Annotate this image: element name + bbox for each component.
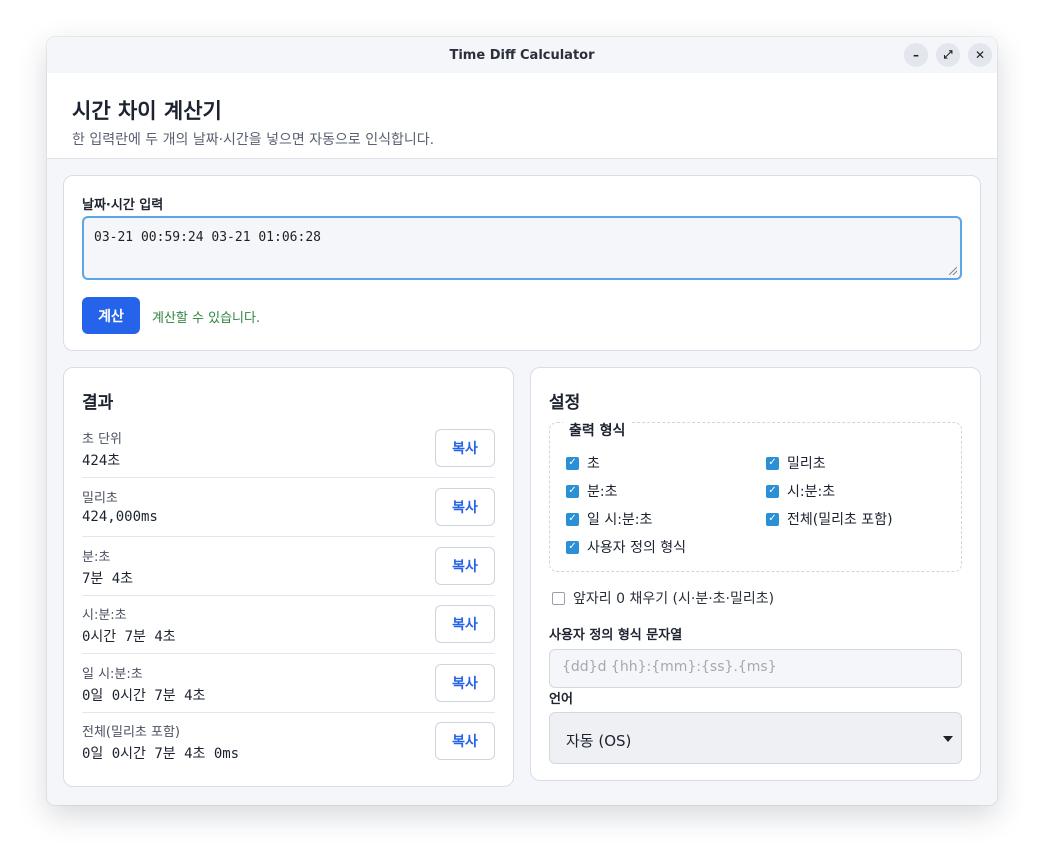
- result-label: 분:초: [82, 550, 111, 565]
- minimize-button[interactable]: –: [904, 43, 928, 67]
- checkbox-label: 전체(밀리초 포함): [787, 512, 893, 528]
- format-checkbox-min-sec[interactable]: ✓ 분:초: [566, 481, 617, 501]
- checkbox-checked-icon: ✓: [566, 484, 579, 498]
- copy-button[interactable]: 복사: [435, 488, 495, 526]
- datetime-input-value: 03-21 00:59:24 03-21 01:06:28: [94, 230, 321, 245]
- result-value: 424,000ms: [82, 509, 158, 525]
- format-checkbox-day-hour-min-sec[interactable]: ✓ 일 시:분:초: [566, 509, 652, 529]
- result-label: 전체(밀리초 포함): [82, 725, 180, 740]
- caret-down-icon: [943, 736, 953, 742]
- result-row-seconds: 초 단위 424초 복사: [82, 420, 495, 478]
- result-row-full: 전체(밀리초 포함) 0일 0시간 7분 4초 0ms 복사: [82, 713, 495, 771]
- language-selected-value: 자동 (OS): [566, 732, 632, 750]
- language-label: 언어: [549, 692, 573, 707]
- status-message: 계산할 수 있습니다.: [152, 311, 261, 326]
- checkbox-unchecked-icon: [552, 591, 565, 605]
- output-format-legend: 출력 형식: [563, 420, 632, 440]
- checkbox-label: 앞자리 0 채우기 (시·분·초·밀리초): [573, 591, 775, 607]
- copy-button[interactable]: 복사: [435, 664, 495, 702]
- checkbox-checked-icon: ✓: [566, 512, 579, 526]
- close-button[interactable]: ✕: [968, 43, 992, 67]
- zero-pad-checkbox[interactable]: 앞자리 0 채우기 (시·분·초·밀리초): [552, 588, 774, 608]
- result-row-hour-min-sec: 시:분:초 0시간 7분 4초 복사: [82, 596, 495, 654]
- checkbox-label: 일 시:분:초: [587, 512, 653, 528]
- format-checkbox-full[interactable]: ✓ 전체(밀리초 포함): [766, 509, 893, 529]
- checkbox-checked-icon: ✓: [766, 512, 779, 526]
- close-icon: ✕: [974, 48, 986, 62]
- maximize-button[interactable]: ⤢: [936, 43, 960, 67]
- page-header: 시간 차이 계산기 한 입력란에 두 개의 날짜·시간을 넣으면 자동으로 인식…: [47, 73, 997, 159]
- page-subtitle: 한 입력란에 두 개의 날짜·시간을 넣으면 자동으로 인식합니다.: [72, 132, 435, 148]
- datetime-input[interactable]: 03-21 00:59:24 03-21 01:06:28: [82, 216, 962, 280]
- settings-card: 설정 출력 형식 ✓ 초 ✓ 밀리초 ✓ 분:초 ✓ 시:분:초 ✓ 일 시:분…: [530, 367, 981, 781]
- result-label: 밀리초: [82, 491, 118, 506]
- checkbox-label: 사용자 정의 형식: [587, 540, 687, 556]
- checkbox-checked-icon: ✓: [766, 484, 779, 498]
- result-label: 일 시:분:초: [82, 667, 143, 682]
- checkbox-label: 밀리초: [787, 456, 826, 472]
- result-title: 결과: [82, 393, 114, 413]
- result-value: 7분 4초: [82, 571, 134, 587]
- checkbox-label: 초: [587, 456, 600, 472]
- result-row-day-hour-min-sec: 일 시:분:초 0일 0시간 7분 4초 복사: [82, 655, 495, 713]
- result-label: 시:분:초: [82, 608, 127, 623]
- result-value: 0일 0시간 7분 4초 0ms: [82, 746, 240, 762]
- settings-title: 설정: [549, 393, 581, 413]
- checkbox-checked-icon: ✓: [766, 456, 779, 470]
- resize-handle[interactable]: [949, 267, 957, 275]
- calculate-button[interactable]: 계산: [82, 297, 140, 334]
- maximize-icon: ⤢: [943, 48, 953, 61]
- custom-format-placeholder: {dd}d {hh}:{mm}:{ss}.{ms}: [562, 659, 777, 675]
- result-row-milliseconds: 밀리초 424,000ms 복사: [82, 479, 495, 537]
- result-value: 0일 0시간 7분 4초: [82, 688, 206, 704]
- result-value: 0시간 7분 4초: [82, 629, 176, 645]
- checkbox-label: 시:분:초: [787, 484, 836, 500]
- copy-button[interactable]: 복사: [435, 429, 495, 467]
- checkbox-label: 분:초: [587, 484, 618, 500]
- language-select[interactable]: 자동 (OS): [549, 712, 962, 764]
- title-bar[interactable]: Time Diff Calculator – ⤢ ✕: [47, 37, 997, 73]
- page-title: 시간 차이 계산기: [72, 99, 222, 123]
- minimize-icon: –: [913, 48, 919, 62]
- app-window: Time Diff Calculator – ⤢ ✕ 시간 차이 계산기 한 입…: [47, 37, 997, 805]
- checkbox-checked-icon: ✓: [566, 456, 579, 470]
- window-title: Time Diff Calculator: [449, 47, 595, 63]
- checkbox-checked-icon: ✓: [566, 540, 579, 554]
- result-value: 424초: [82, 453, 121, 469]
- result-label: 초 단위: [82, 432, 123, 447]
- result-card: 결과 초 단위 424초 복사 밀리초 424,000ms 복사 분:초 7분 …: [63, 367, 514, 787]
- format-checkbox-seconds[interactable]: ✓ 초: [566, 453, 600, 473]
- copy-button[interactable]: 복사: [435, 547, 495, 585]
- result-row-min-sec: 분:초 7분 4초 복사: [82, 538, 495, 596]
- copy-button[interactable]: 복사: [435, 605, 495, 643]
- custom-format-input[interactable]: {dd}d {hh}:{mm}:{ss}.{ms}: [549, 649, 962, 688]
- custom-format-label: 사용자 정의 형식 문자열: [549, 628, 683, 643]
- datetime-input-label: 날짜·시간 입력: [82, 198, 164, 213]
- format-checkbox-milliseconds[interactable]: ✓ 밀리초: [766, 453, 826, 473]
- format-checkbox-hour-min-sec[interactable]: ✓ 시:분:초: [766, 481, 835, 501]
- copy-button[interactable]: 복사: [435, 722, 495, 760]
- input-card: 날짜·시간 입력 03-21 00:59:24 03-21 01:06:28 계…: [63, 175, 981, 351]
- format-checkbox-custom[interactable]: ✓ 사용자 정의 형식: [566, 537, 686, 557]
